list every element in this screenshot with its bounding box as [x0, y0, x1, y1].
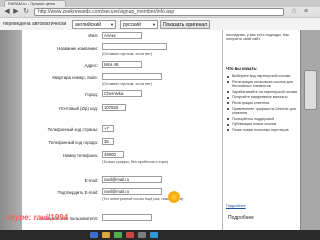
source-language-select[interactable]: английский ▼	[72, 20, 116, 29]
menu-icon[interactable]: ≡	[302, 8, 310, 16]
first-name-input[interactable]: Алекс	[102, 32, 142, 39]
page-content: Имя: Алекс Название компании: (Оставьте …	[0, 30, 320, 240]
city-input[interactable]: Chernivka	[102, 90, 142, 97]
first-name-label: Имя:	[88, 33, 98, 38]
taskbar-app-icon[interactable]	[138, 232, 146, 238]
scrollbar-thumb[interactable]	[304, 70, 317, 110]
target-language-value: русский	[123, 22, 141, 28]
taskbar-app-icon[interactable]	[102, 232, 110, 238]
taskbar-app-icon[interactable]	[150, 232, 158, 238]
translate-bar: переведена автоматически английский ▼ ру…	[0, 17, 320, 30]
right-sidebar: последняя, у вас есть подходы. Как получ…	[223, 30, 300, 240]
confirm-email-label: Подтвердить E-mail:	[57, 190, 98, 195]
city-code-input[interactable]: 36	[102, 138, 114, 145]
taskbar-app-icon[interactable]	[114, 232, 122, 238]
sidebar-item: Зарабатывайте на партнерской основе	[226, 90, 298, 95]
browser-tab[interactable]: PARAM.ru - Лучшие цены	[4, 0, 66, 7]
sidebar-item: Выберите вид партнерской ссылки	[226, 74, 298, 79]
scrollbar[interactable]	[300, 30, 320, 240]
phone-number-input[interactable]: 49000	[102, 151, 124, 158]
address-input[interactable]: Mira 48	[102, 61, 142, 68]
tab-strip: PARAM.ru - Лучшие цены	[0, 0, 320, 7]
back-icon[interactable]: ◀	[3, 8, 11, 16]
address-bar[interactable]: http://www.zeekrewards.com/secure/signup…	[34, 8, 284, 16]
browser-chrome: PARAM.ru - Лучшие цены ◀ ▶ ↻ http://www.…	[0, 0, 320, 30]
taskbar-app-icon[interactable]	[126, 232, 134, 238]
skype-overlay-text: skype: ravil1994	[6, 213, 68, 222]
more-button[interactable]: Подробнее	[228, 215, 254, 221]
country-code-input[interactable]: +7	[102, 125, 114, 132]
sidebar-list: Выберите вид партнерской ссылки Регистра…	[226, 74, 298, 134]
phone-number-hint: (Только цифры, без пробелов и тире)	[102, 160, 169, 164]
city-label: Город:	[85, 92, 98, 97]
company-name-label: Название компании:	[57, 46, 98, 51]
show-original-button[interactable]: Показать оригинал	[160, 20, 210, 29]
email-label: E-mail:	[84, 178, 98, 183]
chevron-down-icon: ▼	[152, 22, 156, 27]
apartment-input[interactable]	[102, 73, 162, 80]
registration-form: Имя: Алекс Название компании: (Оставьте …	[22, 30, 222, 240]
source-language-value: английский	[75, 22, 102, 28]
mouse-cursor-highlight	[168, 191, 180, 203]
screen: PARAM.ru - Лучшие цены ◀ ▶ ↻ http://www.…	[0, 0, 320, 240]
sidebar-item: Публикация новых ссылок	[226, 122, 298, 127]
address-label: Адрес:	[84, 63, 99, 68]
zip-code-label: Почтовый (Zip) код:	[59, 106, 98, 111]
translate-bar-text: переведена автоматически	[3, 21, 67, 27]
apartment-hint: (Оставьте пустым, если нет)	[102, 82, 152, 86]
sidebar-footer-link[interactable]: Подробнее	[226, 204, 246, 208]
confirm-email-input[interactable]: ravil@mail.ru	[102, 188, 162, 195]
sidebar-item: Поиск новых полезных партнеров	[226, 128, 298, 133]
sidebar-item: Получайте ежедневные выплаты	[226, 95, 298, 100]
apartment-label: Квартира номер, Suite:	[52, 75, 98, 80]
country-code-label: Телефонный код страны:	[47, 127, 98, 132]
city-code-label: Телефонный код города:	[48, 140, 98, 145]
sidebar-item: Регистрация нескольких ссылок для беспла…	[226, 80, 298, 89]
refresh-icon[interactable]: ↻	[22, 8, 30, 16]
taskbar	[0, 230, 320, 240]
sidebar-item: Регистрация клиентов	[226, 101, 298, 106]
target-language-select[interactable]: русский ▼	[120, 20, 158, 29]
taskbar-app-icon[interactable]	[90, 232, 98, 238]
sidebar-item: Пользуйтесь поддержкой	[226, 117, 298, 122]
navigation-bar: ◀ ▶ ↻ http://www.zeekrewards.com/secure/…	[0, 7, 320, 17]
company-name-hint: (Оставьте пустым, если нет)	[102, 52, 152, 56]
left-edge-shadow	[0, 30, 22, 240]
email-input[interactable]: ravil@mail.ru	[102, 176, 162, 183]
star-icon[interactable]: ☆	[290, 8, 298, 16]
username-input[interactable]	[102, 214, 152, 221]
company-name-input[interactable]	[102, 43, 167, 50]
zip-code-input[interactable]: 107826	[102, 104, 126, 111]
forward-icon[interactable]: ▶	[12, 8, 20, 16]
phone-number-label: Номер телефона:	[62, 153, 98, 158]
sidebar-item: Привлечение трафика на Zeecher для клиен…	[226, 107, 298, 116]
sidebar-intro: последняя, у вас есть подходы. Как получ…	[226, 33, 289, 42]
chevron-down-icon: ▼	[110, 22, 114, 27]
sidebar-heading: Что вы начать:	[226, 66, 258, 71]
